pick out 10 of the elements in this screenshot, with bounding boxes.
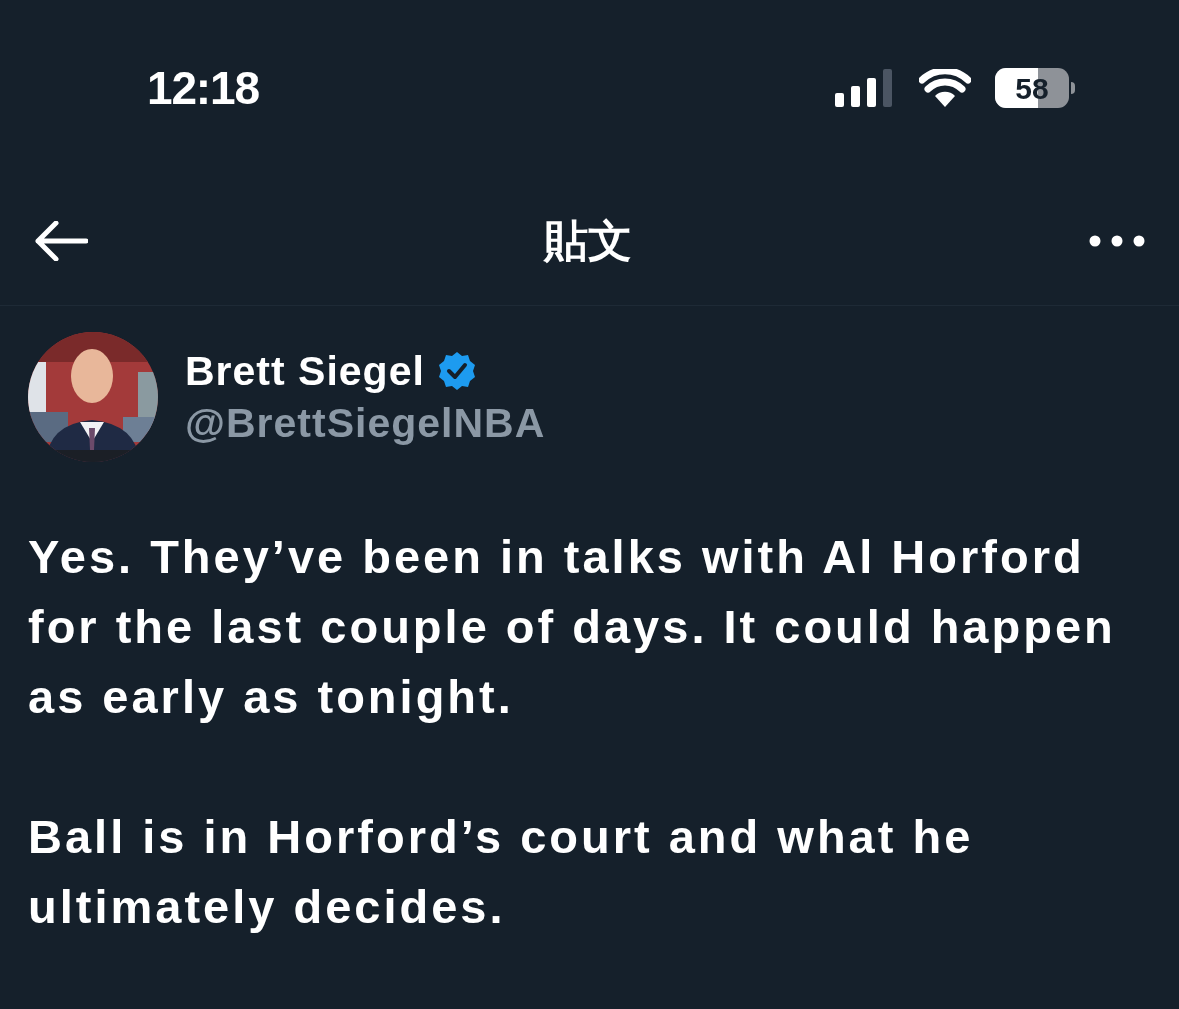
author-name: Brett Siegel (185, 347, 425, 396)
back-arrow-icon (34, 220, 88, 261)
post-text: Ball is in Horford’s court and what he ultimately decides. (28, 809, 975, 935)
signal-icon (835, 69, 893, 107)
page-title: 貼文 (543, 214, 632, 267)
more-icon (1089, 234, 1145, 247)
status-time: 12:18 (147, 60, 259, 116)
wifi-icon (919, 69, 971, 107)
author-handle: @BrettSiegelNBA (185, 399, 546, 448)
post-text: Yes. They’ve been in talks with Al Horford for the last couple of days. It could happen as early as tonight. (28, 529, 1117, 725)
